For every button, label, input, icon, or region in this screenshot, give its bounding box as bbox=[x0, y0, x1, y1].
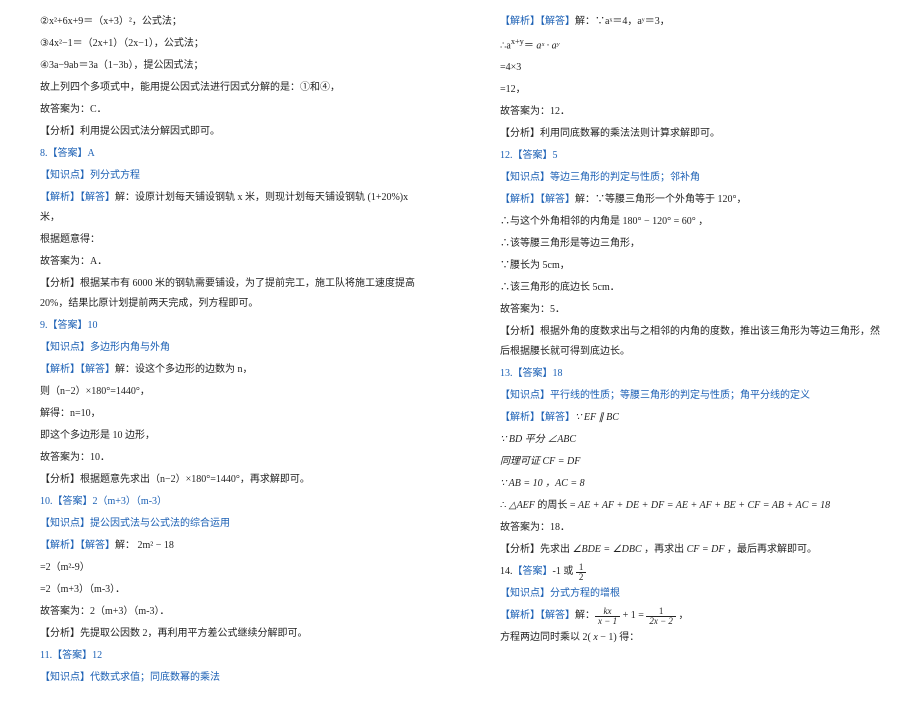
text-line: ④3a−9ab＝3a（1−3b），提公因式法； bbox=[40, 56, 420, 76]
text-line: ∵ AB = 10 ，AC = 8 bbox=[500, 474, 880, 494]
text-line: ∴ax+y＝ aˣ · aʸ bbox=[500, 34, 880, 56]
text-line: 【解析】【解答】∵ EF ∥ BC bbox=[500, 408, 880, 428]
text-line: 【知识点】分式方程的增根 bbox=[500, 584, 880, 604]
text-line: ∵ BD 平分 ∠ABC bbox=[500, 430, 880, 450]
text-line: 13.【答案】18 bbox=[500, 364, 880, 384]
text-line: 9.【答案】10 bbox=[40, 316, 420, 336]
text-line: 故答案为：C． bbox=[40, 100, 420, 120]
text-line: 12.【答案】5 bbox=[500, 146, 880, 166]
text-line: 【分析】利用提公因式法分解因式即可。 bbox=[40, 122, 420, 142]
text-line: 故答案为：10． bbox=[40, 448, 420, 468]
text-line: ∵腰长为 5cm， bbox=[500, 256, 880, 276]
text-line: =12， bbox=[500, 80, 880, 100]
text-line: 【分析】根据某市有 6000 米的钢轨需要铺设，为了提前完工，施工队将施工速度提… bbox=[40, 274, 420, 314]
text-line: 故答案为：18． bbox=[500, 518, 880, 538]
text-line: =4×3 bbox=[500, 58, 880, 78]
text-line: 【解析】【解答】解： 2m² − 18 bbox=[40, 536, 420, 556]
text-line: ③4x²−1＝（2x+1）（2x−1），公式法； bbox=[40, 34, 420, 54]
text-line: 【知识点】平行线的性质；等腰三角形的判定与性质；角平分线的定义 bbox=[500, 386, 880, 406]
text-line: 【解析】【解答】解：设这个多边形的边数为 n， bbox=[40, 360, 420, 380]
text-line: 【知识点】等边三角形的判定与性质；邻补角 bbox=[500, 168, 880, 188]
text-line: 故答案为：A． bbox=[40, 252, 420, 272]
text-line: 【知识点】代数式求值；同底数幂的乘法 bbox=[40, 668, 420, 688]
text-line: 【分析】利用同底数幂的乘法法则计算求解即可。 bbox=[500, 124, 880, 144]
text-line: ②x²+6x+9＝（x+3）²，公式法； bbox=[40, 12, 420, 32]
text-line: 10.【答案】2（m+3）（m-3） bbox=[40, 492, 420, 512]
text-line: ∴该三角形的底边长 5cm． bbox=[500, 278, 880, 298]
text-line: 同理可证 CF = DF bbox=[500, 452, 880, 472]
text-line: ∴该等腰三角形是等边三角形， bbox=[500, 234, 880, 254]
text-line: 【分析】先提取公因数 2，再利用平方差公式继续分解即可。 bbox=[40, 624, 420, 644]
text-line: 根据题意得： bbox=[40, 230, 420, 250]
text-line: 8.【答案】A bbox=[40, 144, 420, 164]
text-line: 14.【答案】-1 或 12 bbox=[500, 562, 880, 582]
text-line: 【知识点】多边形内角与外角 bbox=[40, 338, 420, 358]
text-line: 故答案为：2（m+3）（m-3）． bbox=[40, 602, 420, 622]
text-line: 【分析】先求出 ∠BDE = ∠DBC ，再求出 CF = DF ，最后再求解即… bbox=[500, 540, 880, 560]
text-line: =2（m²-9） bbox=[40, 558, 420, 578]
text-line: 解得：n=10， bbox=[40, 404, 420, 424]
text-line: 即这个多边形是 10 边形， bbox=[40, 426, 420, 446]
text-line: 则（n−2）×180°=1440°， bbox=[40, 382, 420, 402]
text-line: 【解析】【解答】解：设原计划每天铺设钢轨 x 米，则现计划每天铺设钢轨 (1+2… bbox=[40, 188, 420, 228]
text-line: 故上列四个多项式中，能用提公因式法进行因式分解的是：①和④， bbox=[40, 78, 420, 98]
text-line: 【分析】根据外角的度数求出与之相邻的内角的度数，推出该三角形为等边三角形，然后根… bbox=[500, 322, 880, 362]
text-line: 【知识点】列分式方程 bbox=[40, 166, 420, 186]
text-line: 故答案为：5． bbox=[500, 300, 880, 320]
text-line: =2（m+3）（m-3）． bbox=[40, 580, 420, 600]
text-line: 【解析】【解答】解：∵等腰三角形一个外角等于 120°， bbox=[500, 190, 880, 210]
text-line: ∴ △AEF 的周长 = AE + AF + DE + DF = AE + AF… bbox=[500, 496, 880, 516]
text-line: 【知识点】提公因式法与公式法的综合运用 bbox=[40, 514, 420, 534]
text-line: 11.【答案】12 bbox=[40, 646, 420, 666]
text-line: ∴与这个外角相邻的内角是 180° − 120° = 60° ， bbox=[500, 212, 880, 232]
text-line: 【分析】根据题意先求出（n−2）×180°=1440°，再求解即可。 bbox=[40, 470, 420, 490]
text-line: 故答案为：12． bbox=[500, 102, 880, 122]
text-line: 【解析】【解答】解：kxx − 1 + 1 = 12x − 2 ， bbox=[500, 606, 880, 626]
text-line: 【解析】【解答】解：∵aˣ＝4，aʸ＝3， bbox=[500, 12, 880, 32]
text-line: 方程两边同时乘以 2( x − 1) 得： bbox=[500, 628, 880, 648]
